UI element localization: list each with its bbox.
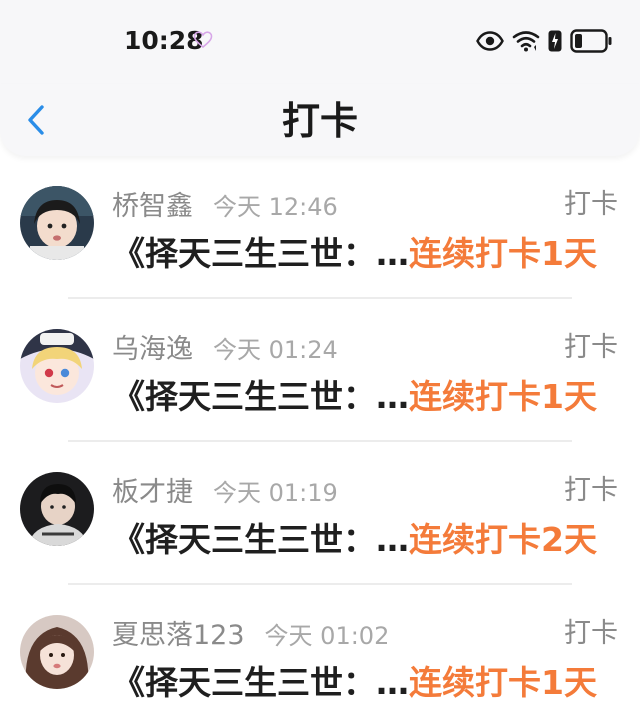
eye-icon xyxy=(476,31,504,51)
user-name[interactable]: 板才捷 xyxy=(112,470,193,509)
heart-icon xyxy=(193,31,213,49)
list-item[interactable]: 乌海逸 今天 01:24 打卡 《择天三生三世：…连续打卡1天 xyxy=(0,299,640,442)
battery-icon xyxy=(570,29,612,53)
item-meta: 夏思落123 今天 01:02 xyxy=(112,613,389,651)
nav-bar: 打卡 xyxy=(0,84,640,156)
checkin-content[interactable]: 《择天三生三世：…连续打卡1天 xyxy=(112,232,624,276)
book-title: 《择天三生三世：… xyxy=(112,663,409,702)
avatar[interactable] xyxy=(20,615,94,689)
book-title: 《择天三生三世：… xyxy=(112,520,409,559)
item-meta: 桥智鑫 今天 12:46 xyxy=(112,184,338,222)
avatar[interactable] xyxy=(20,472,94,546)
checkin-content[interactable]: 《择天三生三世：…连续打卡1天 xyxy=(112,375,624,419)
user-name[interactable]: 乌海逸 xyxy=(112,327,193,366)
post-time: 今天 01:24 xyxy=(213,336,338,364)
status-icons xyxy=(476,28,612,54)
post-time: 今天 01:19 xyxy=(213,479,338,507)
checkin-list: 桥智鑫 今天 12:46 打卡 《择天三生三世：…连续打卡1天 乌海逸 今天 0… xyxy=(0,156,640,728)
post-time: 今天 12:46 xyxy=(213,193,338,221)
user-name[interactable]: 桥智鑫 xyxy=(112,184,193,223)
action-label: 打卡 xyxy=(564,332,618,363)
item-meta: 板才捷 今天 01:19 xyxy=(112,470,338,508)
checkin-content[interactable]: 《择天三生三世：…连续打卡2天 xyxy=(112,518,624,562)
user-name[interactable]: 夏思落123 xyxy=(112,613,245,652)
checkin-content[interactable]: 《择天三生三世：…连续打卡1天 xyxy=(112,661,624,705)
avatar[interactable] xyxy=(20,186,94,260)
list-item[interactable]: 板才捷 今天 01:19 打卡 《择天三生三世：…连续打卡2天 xyxy=(0,442,640,585)
streak-label: 连续打卡2天 xyxy=(409,520,597,559)
screen: 10:28 打卡 桥智鑫 今天 12:46 打卡 《择天三生三世：…连续打卡1天… xyxy=(0,0,640,728)
status-bar: 10:28 xyxy=(0,0,640,84)
book-title: 《择天三生三世：… xyxy=(112,377,409,416)
page-title: 打卡 xyxy=(281,99,358,143)
list-item[interactable]: 夏思落123 今天 01:02 打卡 《择天三生三世：…连续打卡1天 xyxy=(0,585,640,728)
item-meta: 乌海逸 今天 01:24 xyxy=(112,327,338,365)
wifi-icon xyxy=(512,30,540,52)
post-time: 今天 01:02 xyxy=(264,622,390,650)
streak-label: 连续打卡1天 xyxy=(409,234,597,273)
book-title: 《择天三生三世：… xyxy=(112,234,409,273)
action-label: 打卡 xyxy=(564,189,618,220)
action-label: 打卡 xyxy=(564,475,618,506)
avatar[interactable] xyxy=(20,329,94,403)
status-time: 10:28 xyxy=(124,26,204,55)
streak-label: 连续打卡1天 xyxy=(409,377,597,416)
charging-icon xyxy=(548,30,562,52)
list-item[interactable]: 桥智鑫 今天 12:46 打卡 《择天三生三世：…连续打卡1天 xyxy=(0,156,640,299)
action-label: 打卡 xyxy=(564,618,618,649)
streak-label: 连续打卡1天 xyxy=(409,663,597,702)
